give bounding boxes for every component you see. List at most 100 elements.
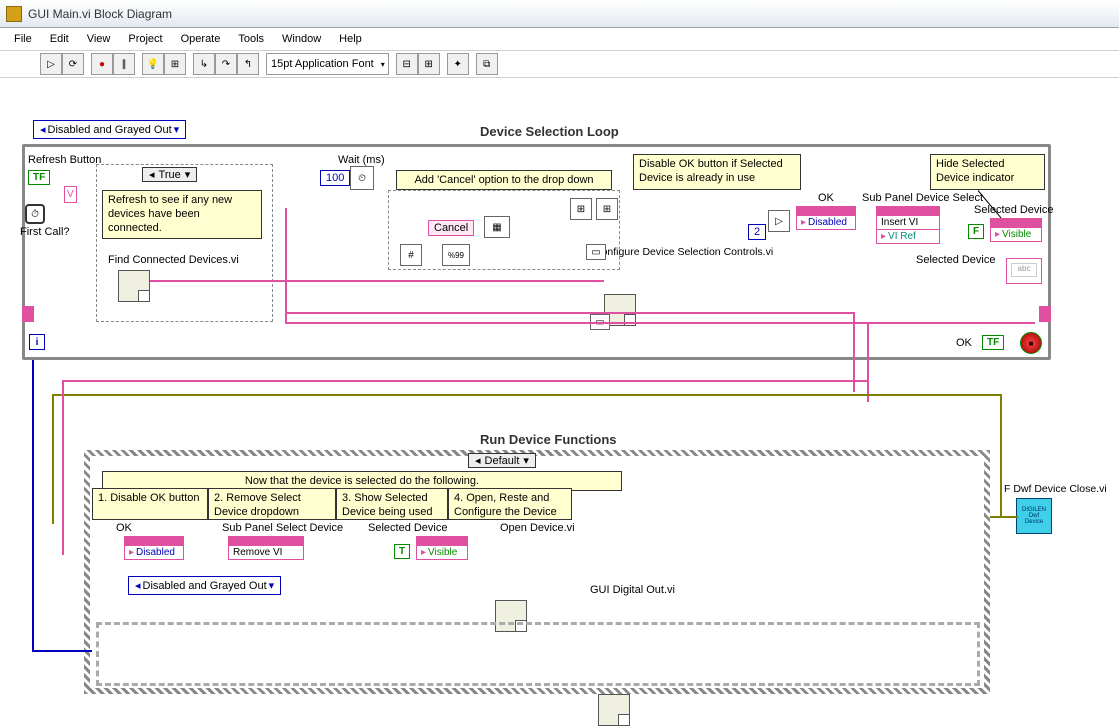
- disabled-state-tag[interactable]: Disabled and Grayed Out: [33, 120, 186, 139]
- inner-sequence: [96, 622, 980, 686]
- cleanup-button[interactable]: ✦: [447, 53, 469, 75]
- disabled-prop-text: Disabled: [808, 217, 847, 228]
- subpanel-label: Sub Panel Device Select: [862, 192, 983, 204]
- latch-node: V: [64, 186, 77, 203]
- find-devices-vi[interactable]: [118, 270, 150, 302]
- wire-olive-v2: [1000, 394, 1002, 516]
- menu-file[interactable]: File: [6, 31, 40, 47]
- ok2-property-node[interactable]: ▸Disabled: [124, 536, 184, 560]
- false-const[interactable]: F: [968, 224, 984, 239]
- wire-olive-h: [52, 394, 1002, 396]
- menu-view[interactable]: View: [79, 31, 119, 47]
- retain-button[interactable]: ⊞: [164, 53, 186, 75]
- step4-box: 4. Open, Reste and Configure the Device: [448, 488, 572, 520]
- reorder-button[interactable]: ⧉: [476, 53, 498, 75]
- select-node[interactable]: ▷: [768, 210, 790, 232]
- visible-prop-text: Visible: [1002, 229, 1031, 240]
- menu-edit[interactable]: Edit: [42, 31, 77, 47]
- configure-controls-label: Configure Device Selection Controls.vi: [594, 246, 773, 258]
- insert-vi-text: Insert VI: [881, 217, 918, 228]
- gui-digital-out-vi[interactable]: [598, 694, 630, 726]
- selected-device2-label: Selected Device: [368, 522, 448, 534]
- subpanel2-label: Sub Panel Select Device: [222, 522, 343, 534]
- tunnel-0: ▭: [586, 244, 606, 260]
- window-title: GUI Main.vi Block Diagram: [28, 7, 172, 21]
- close-vi-label: F Dwf Device Close.vi: [1004, 483, 1107, 495]
- close-device-vi[interactable]: DIGILEN Dwf Device: [1016, 498, 1052, 534]
- menu-help[interactable]: Help: [331, 31, 370, 47]
- true-const[interactable]: T: [394, 544, 410, 559]
- pause-button[interactable]: ∥: [113, 53, 135, 75]
- refresh-button-terminal[interactable]: TF: [28, 170, 50, 185]
- menu-project[interactable]: Project: [120, 31, 170, 47]
- menubar: File Edit View Project Operate Tools Win…: [0, 28, 1119, 50]
- selected-device-indicator[interactable]: abc: [1006, 258, 1042, 284]
- selected-device-ind-label: Selected Device: [916, 254, 996, 266]
- hide-device-comment: Hide Selected Device indicator: [930, 154, 1045, 190]
- shift-reg-right: [1039, 306, 1051, 322]
- ok-property-node[interactable]: ▸Disabled: [796, 206, 856, 230]
- case-selector-true[interactable]: True: [142, 167, 197, 182]
- bundle-node-1[interactable]: ⊞: [570, 198, 592, 220]
- disabled-state-tag-2[interactable]: Disabled and Grayed Out: [128, 576, 281, 595]
- open-device-label: Open Device.vi: [500, 522, 575, 534]
- selected-device-prop[interactable]: ▸Visible: [990, 218, 1042, 242]
- wait-constant[interactable]: 100: [320, 170, 350, 186]
- selected-device2-prop[interactable]: ▸Visible: [416, 536, 468, 560]
- step1-box: 1. Disable OK button: [92, 488, 208, 520]
- highlight-button[interactable]: 💡: [142, 53, 164, 75]
- toolbar: ▷ ⟳ ● ∥ 💡 ⊞ ↳ ↷ ↰ 15pt Application Font …: [0, 50, 1119, 78]
- run-cont-button[interactable]: ⟳: [62, 53, 84, 75]
- wait-ms-node[interactable]: ⏲: [350, 166, 374, 190]
- step3-box: 3. Show Selected Device being used: [336, 488, 448, 520]
- menu-operate[interactable]: Operate: [173, 31, 229, 47]
- case-selector-default[interactable]: Default: [468, 453, 536, 468]
- build-array-node[interactable]: ▦: [484, 216, 510, 238]
- disable-ok-comment: Disable OK button if Selected Device is …: [633, 154, 801, 190]
- titlebar: GUI Main.vi Block Diagram: [0, 0, 1119, 28]
- abort-button[interactable]: ●: [91, 53, 113, 75]
- ok-prop-label: OK: [818, 192, 834, 204]
- distribute-button[interactable]: ⊞: [418, 53, 440, 75]
- subpanel2-invoke[interactable]: Remove VI: [228, 536, 304, 560]
- wire: [150, 280, 604, 282]
- gui-digital-out-label: GUI Digital Out.vi: [590, 584, 675, 596]
- shift-reg-left: [22, 306, 34, 322]
- find-devices-label: Find Connected Devices.vi: [108, 254, 239, 266]
- bundle-node-2[interactable]: ⊞: [596, 198, 618, 220]
- app-icon: [6, 6, 22, 22]
- font-select[interactable]: 15pt Application Font: [266, 53, 389, 75]
- wait-label: Wait (ms): [338, 154, 385, 166]
- const-2[interactable]: 2: [748, 224, 766, 240]
- step2-box: 2. Remove Select Device dropdown: [208, 488, 336, 520]
- loop2-title: Run Device Functions: [480, 432, 617, 447]
- subpanel-invoke-node[interactable]: Insert VI ▸VI Ref: [876, 206, 940, 244]
- cancel-constant[interactable]: Cancel: [428, 220, 474, 236]
- refresh-comment: Refresh to see if any new devices have b…: [102, 190, 262, 239]
- vi-ref-text: VI Ref: [888, 231, 916, 242]
- array-index-node[interactable]: #: [400, 244, 422, 266]
- format-node[interactable]: %99: [442, 244, 470, 266]
- align-button[interactable]: ⊟: [396, 53, 418, 75]
- ok-out-label: OK: [956, 337, 972, 349]
- loop1-title: Device Selection Loop: [480, 124, 619, 139]
- wire: [285, 312, 853, 314]
- loop-stop-terminal[interactable]: [1020, 332, 1042, 354]
- step-over-button[interactable]: ↷: [215, 53, 237, 75]
- menu-window[interactable]: Window: [274, 31, 329, 47]
- wire: [285, 208, 287, 322]
- run-button[interactable]: ▷: [40, 53, 62, 75]
- wire: [867, 322, 869, 402]
- ok-out-terminal[interactable]: TF: [982, 335, 1004, 350]
- ok2-label: OK: [116, 522, 132, 534]
- first-call-node[interactable]: ⏱: [25, 204, 45, 224]
- iteration-terminal: i: [29, 334, 45, 350]
- first-call-label: First Call?: [20, 226, 70, 238]
- wire-blue-v: [32, 360, 34, 650]
- disabled2-text: Disabled: [136, 547, 175, 558]
- menu-tools[interactable]: Tools: [230, 31, 272, 47]
- step-into-button[interactable]: ↳: [193, 53, 215, 75]
- block-diagram-canvas[interactable]: Disabled and Grayed Out Device Selection…: [0, 78, 1119, 704]
- wire-olive-h2: [990, 516, 1018, 518]
- step-out-button[interactable]: ↰: [237, 53, 259, 75]
